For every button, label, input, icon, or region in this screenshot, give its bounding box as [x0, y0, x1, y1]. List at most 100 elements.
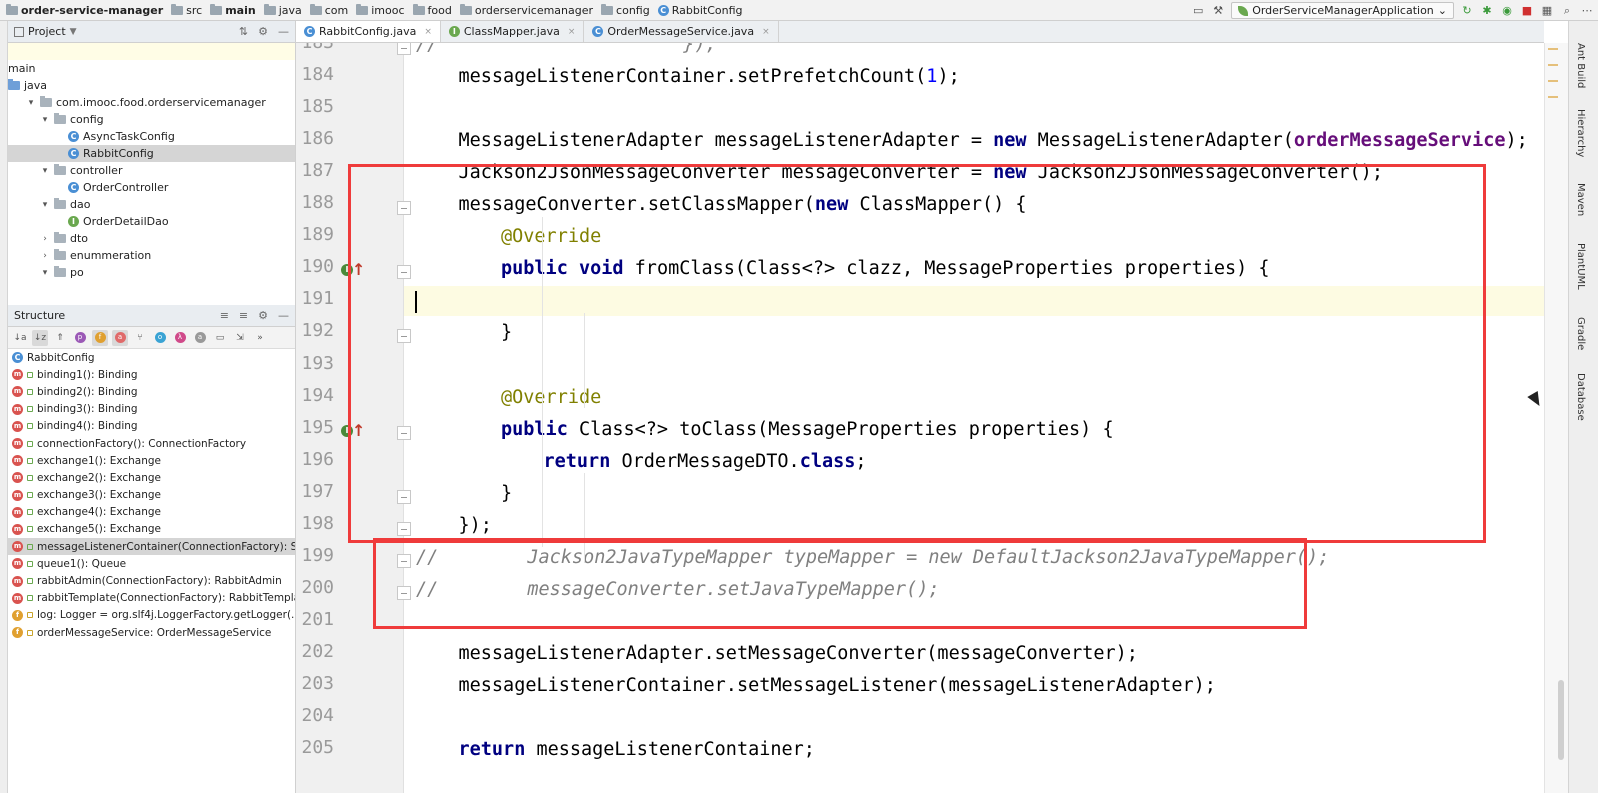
structure-item[interactable]: m queue1(): Queue: [8, 555, 295, 572]
error-stripe-marker[interactable]: [1548, 96, 1558, 98]
sort-alphabetically-icon[interactable]: ↓z: [32, 329, 48, 346]
tree-item[interactable]: C AsyncTaskConfig: [8, 128, 295, 145]
stop-icon[interactable]: ■: [1520, 4, 1534, 18]
sort-by-visibility-icon[interactable]: ↓a: [12, 330, 28, 346]
expand-arrow-icon[interactable]: ▾: [40, 200, 50, 210]
structure-item[interactable]: m exchange5(): Exchange: [8, 521, 295, 538]
close-icon[interactable]: ×: [568, 27, 576, 37]
line-number: 201: [301, 608, 334, 630]
tree-item[interactable]: ▾ dao: [8, 196, 295, 213]
structure-item[interactable]: m exchange2(): Exchange: [8, 469, 295, 486]
editor-scrollbar-strip[interactable]: [1544, 43, 1568, 793]
structure-item[interactable]: m binding3(): Binding: [8, 401, 295, 418]
show-lambdas-icon[interactable]: ⑂: [132, 330, 148, 346]
tool-window-database[interactable]: Database: [1575, 373, 1586, 421]
rerun-icon[interactable]: ↻: [1460, 4, 1474, 18]
tool-window-gradle[interactable]: Gradle: [1575, 317, 1586, 350]
structure-item[interactable]: m connectionFactory(): ConnectionFactory: [8, 435, 295, 452]
project-structure-icon[interactable]: ▦: [1540, 4, 1554, 18]
structure-item[interactable]: m exchange4(): Exchange: [8, 504, 295, 521]
editor-tab[interactable]: I ClassMapper.java ×: [441, 21, 585, 42]
tree-item[interactable]: › enummeration: [8, 247, 295, 264]
close-icon[interactable]: ×: [762, 27, 770, 37]
show-anonymous-icon[interactable]: o: [152, 330, 168, 346]
collapse-all-icon[interactable]: ≡: [239, 309, 248, 322]
expand-arrow-icon[interactable]: ▾: [40, 115, 50, 125]
structure-item[interactable]: m rabbitTemplate(ConnectionFactory): Rabb…: [8, 590, 295, 607]
expand-arrow-icon[interactable]: ▾: [40, 166, 50, 176]
breadcrumb-item[interactable]: food: [409, 0, 456, 21]
structure-item[interactable]: f orderMessageService: OrderMessageServic…: [8, 624, 295, 641]
layout-icon[interactable]: ▭: [1191, 4, 1205, 18]
tool-window-maven[interactable]: Maven: [1575, 183, 1586, 216]
breadcrumb-item[interactable]: java: [260, 0, 306, 21]
show-properties-icon[interactable]: p: [72, 330, 88, 346]
expand-arrow-icon[interactable]: ▾: [26, 98, 36, 108]
tree-item[interactable]: ▾ config: [8, 111, 295, 128]
structure-root[interactable]: C RabbitConfig: [8, 349, 295, 366]
breadcrumb-item[interactable]: C RabbitConfig: [654, 0, 747, 21]
package-icon: [54, 164, 66, 175]
show-inherited-icon[interactable]: ⇑: [52, 330, 68, 346]
expand-arrow-icon[interactable]: ▾: [40, 268, 50, 278]
tree-item[interactable]: main: [8, 60, 295, 77]
run-configuration-dropdown[interactable]: OrderServiceManagerApplication ⌄: [1231, 2, 1454, 19]
show-abstract-icon[interactable]: a: [192, 330, 208, 346]
tool-window-hierarchy[interactable]: Hierarchy: [1575, 109, 1586, 157]
close-icon[interactable]: ×: [424, 27, 432, 37]
breadcrumb-item[interactable]: imooc: [352, 0, 408, 21]
structure-item[interactable]: m exchange3(): Exchange: [8, 487, 295, 504]
structure-item[interactable]: m exchange1(): Exchange: [8, 452, 295, 469]
more-icon[interactable]: ⋯: [1580, 4, 1594, 18]
editor-tab[interactable]: C RabbitConfig.java ×: [296, 21, 441, 42]
breadcrumb-item[interactable]: config: [597, 0, 654, 21]
tree-item[interactable]: java: [8, 77, 295, 94]
breadcrumb-item[interactable]: orderservicemanager: [456, 0, 597, 21]
project-panel-title[interactable]: Project: [28, 25, 66, 38]
structure-item[interactable]: m binding2(): Binding: [8, 383, 295, 400]
error-stripe-marker[interactable]: [1548, 80, 1558, 82]
build-hammer-icon[interactable]: ⚒: [1211, 4, 1225, 18]
structure-item[interactable]: m messageListenerContainer(ConnectionFact…: [8, 538, 295, 556]
expand-arrow-icon[interactable]: ›: [40, 251, 50, 261]
more-icon[interactable]: »: [252, 330, 268, 346]
structure-item[interactable]: m rabbitAdmin(ConnectionFactory): RabbitA…: [8, 572, 295, 589]
error-stripe-marker[interactable]: [1548, 48, 1558, 50]
expand-arrow-icon[interactable]: ›: [40, 234, 50, 244]
show-non-public-icon[interactable]: a: [112, 329, 128, 346]
error-stripe-marker[interactable]: [1548, 64, 1558, 66]
tool-window-plantuml[interactable]: PlantUML: [1575, 243, 1586, 290]
fold-marker-icon[interactable]: [397, 43, 411, 55]
breadcrumb-item[interactable]: main: [206, 0, 260, 21]
chevron-down-icon[interactable]: ▼: [70, 27, 77, 37]
gear-icon[interactable]: ⚙: [258, 25, 268, 38]
expand-all-icon[interactable]: ≡: [220, 309, 229, 322]
editor-scroll-thumb[interactable]: [1558, 680, 1564, 760]
breadcrumb-item[interactable]: order-service-manager: [2, 0, 167, 21]
debug-icon[interactable]: ✱: [1480, 4, 1494, 18]
tree-item[interactable]: ▾ controller: [8, 162, 295, 179]
tree-item[interactable]: › dto: [8, 230, 295, 247]
tree-item[interactable]: ▾ com.imooc.food.orderservicemanager: [8, 94, 295, 111]
gear-icon[interactable]: ⚙: [258, 309, 268, 322]
show-toplevel-icon[interactable]: ▭: [212, 330, 228, 346]
tree-item[interactable]: C RabbitConfig: [8, 145, 295, 162]
structure-item[interactable]: m binding4(): Binding: [8, 418, 295, 435]
show-fields-icon[interactable]: f: [92, 329, 108, 346]
search-icon[interactable]: ⌕: [1560, 4, 1574, 18]
tool-window-ant-build[interactable]: Ant Build: [1575, 43, 1586, 88]
autoscroll-icon[interactable]: ⇲: [232, 330, 248, 346]
hide-icon[interactable]: —: [278, 309, 289, 322]
coverage-icon[interactable]: ◉: [1500, 4, 1514, 18]
tree-item[interactable]: ▾ po: [8, 264, 295, 281]
structure-item[interactable]: f log: Logger = org.slf4j.LoggerFactory.g…: [8, 607, 295, 624]
breadcrumb-item[interactable]: src: [167, 0, 206, 21]
collapse-icon[interactable]: ⇅: [239, 25, 248, 38]
editor-tab[interactable]: C OrderMessageService.java ×: [584, 21, 779, 42]
tree-item[interactable]: I OrderDetailDao: [8, 213, 295, 230]
show-lambda-icon[interactable]: λ: [172, 330, 188, 346]
hide-icon[interactable]: —: [278, 25, 289, 38]
structure-item[interactable]: m binding1(): Binding: [8, 366, 295, 383]
tree-item[interactable]: C OrderController: [8, 179, 295, 196]
breadcrumb-item[interactable]: com: [306, 0, 353, 21]
